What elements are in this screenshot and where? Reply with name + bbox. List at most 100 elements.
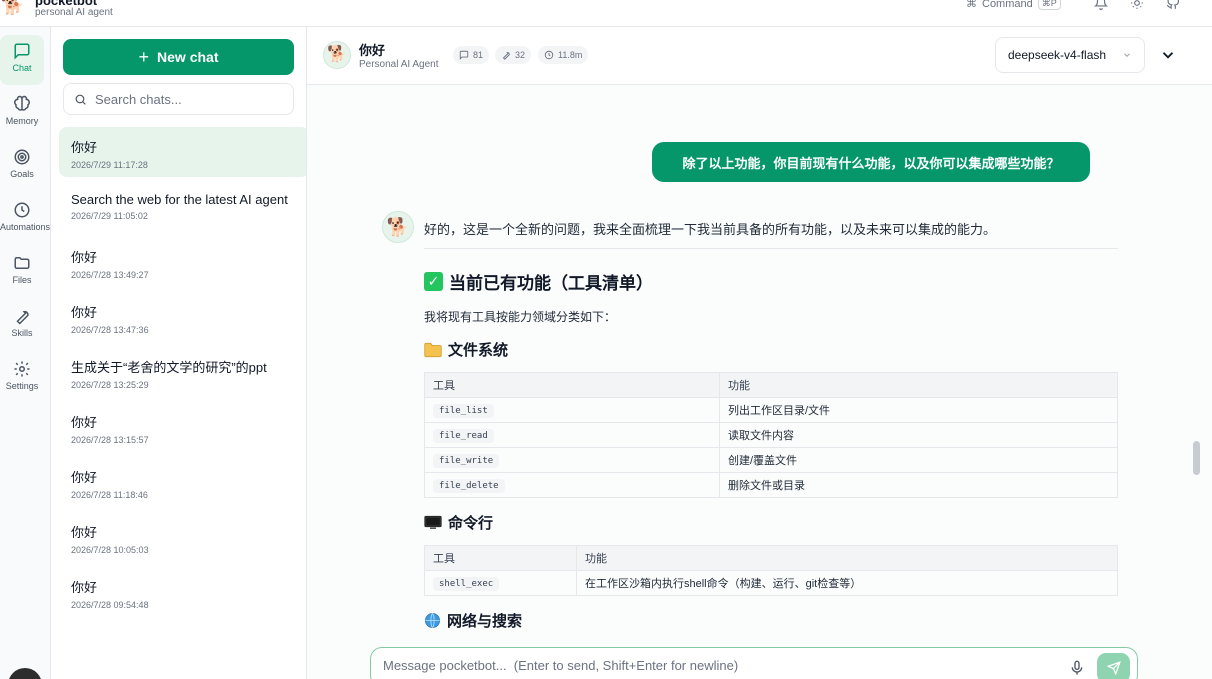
clock-icon: [544, 50, 554, 60]
message-list: 除了以上功能，你目前现有什么功能，以及你可以集成哪些功能？ 🐕 好的，这是一个全…: [307, 85, 1212, 634]
chat-icon: [14, 43, 30, 60]
command-label: Command: [982, 0, 1033, 10]
sun-icon[interactable]: [1130, 0, 1144, 13]
chat-list-item[interactable]: Search the web for the latest AI agent 2…: [59, 182, 306, 232]
rail-label: Chat: [12, 63, 32, 73]
search-input[interactable]: [95, 91, 285, 107]
chat-list-item[interactable]: 你好 2026/7/29 11:17:28: [59, 127, 306, 177]
table-row: file_read 读取文件内容: [424, 422, 1118, 448]
chat-list-item[interactable]: 你好 2026/7/28 13:49:27: [59, 237, 306, 287]
rail-item-chat[interactable]: Chat: [0, 35, 44, 85]
chat-date: 2026/7/29 11:17:28: [71, 160, 148, 170]
chat-sidebar: + New chat 你好 2026/7/29 11:17:28 Search …: [51, 27, 307, 679]
conversation-title: 你好: [359, 43, 386, 58]
model-select[interactable]: deepseek-v4-flash: [995, 37, 1145, 73]
rail-item-skills[interactable]: Skills: [0, 300, 44, 350]
search-icon: [75, 94, 86, 105]
subsection-heading-text: 文件系统: [448, 342, 509, 359]
section-heading: ✓ 当前已有功能（工具清单）: [424, 269, 1118, 294]
plus-icon: +: [138, 46, 150, 67]
target-icon: [14, 149, 30, 165]
chat-title: 你好: [71, 470, 98, 485]
command-palette-button[interactable]: ⌘ Command ⌘P: [966, 0, 1061, 10]
tool-name: shell_exec: [433, 577, 500, 591]
tool-name: file_read: [433, 429, 494, 443]
table-cell: 在工作区沙箱内执行shell命令（构建、运行、git检查等）: [576, 570, 1118, 596]
rail-label: Files: [12, 275, 32, 285]
send-icon: [1106, 661, 1121, 675]
bell-icon[interactable]: [1093, 0, 1109, 13]
agent-avatar: 🐕: [323, 41, 351, 69]
table-cell: 删除文件或目录: [719, 472, 1118, 498]
tool-name: file_write: [433, 454, 500, 468]
chat-date: 2026/7/28 13:15:57: [71, 435, 149, 445]
microphone-icon[interactable]: [1069, 660, 1085, 676]
chat-date: 2026/7/28 13:25:29: [71, 380, 149, 390]
table-cell: file_write: [424, 447, 720, 473]
table-header-cell: 工具: [424, 545, 577, 571]
pocketbot-logo-icon: 🐕: [0, 0, 25, 16]
subsection-heading: 命令行: [424, 512, 1118, 533]
chat-list-item[interactable]: 你好 2026/7/28 13:15:57: [59, 402, 306, 452]
subsection-heading: 文件系统: [424, 339, 1118, 360]
user-avatar[interactable]: [8, 668, 42, 679]
bot-message: 好的，这是一个全新的问题，我来全面梳理一下我当前具备的所有功能，以及未来可以集成…: [424, 219, 1118, 631]
rail-label: Skills: [11, 328, 33, 338]
message-icon: [459, 50, 469, 60]
rail-label: Memory: [5, 116, 39, 126]
check-mark-icon: ✓: [424, 272, 443, 291]
chat-date: 2026/7/28 09:54:48: [71, 600, 149, 610]
chat-list-item[interactable]: 生成关于“老舍的文学的研究”的ppt 2026/7/28 13:25:29: [59, 347, 306, 397]
table-row: file_list 列出工作区目录/文件: [424, 397, 1118, 423]
table-header-cell: 功能: [719, 372, 1118, 398]
table-row: file_write 创建/覆盖文件: [424, 447, 1118, 473]
new-chat-button[interactable]: + New chat: [63, 39, 294, 75]
message-input[interactable]: [383, 658, 1043, 673]
tool-name: file_list: [433, 404, 494, 418]
github-icon[interactable]: [1166, 0, 1180, 13]
table-row: file_delete 删除文件或目录: [424, 472, 1118, 498]
send-button[interactable]: [1097, 653, 1130, 679]
table-header-row: 工具 功能: [424, 545, 1118, 571]
rail-item-memory[interactable]: Memory: [0, 88, 44, 138]
scrollbar-thumb[interactable]: [1193, 441, 1200, 475]
conversation-header: 🐕 你好 Personal AI Agent 81 32 11.8m deeps…: [307, 27, 1212, 85]
globe-icon: [425, 613, 440, 628]
clock-icon: [14, 202, 30, 218]
model-name: deepseek-v4-flash: [1008, 48, 1107, 62]
chat-date: 2026/7/28 13:49:27: [71, 270, 149, 280]
chevron-down-icon[interactable]: [1159, 46, 1177, 64]
chat-title: 你好: [71, 580, 98, 595]
chat-title: Search the web for the latest AI agent: [71, 192, 288, 207]
message-count: 81: [473, 50, 484, 60]
chevron-down-icon: [1124, 53, 1130, 57]
chat-list-item[interactable]: 你好 2026/7/28 09:54:48: [59, 567, 306, 617]
chat-list-item[interactable]: 你好 2026/7/28 11:18:46: [59, 457, 306, 507]
command-icon: ⌘: [966, 0, 977, 10]
tool-count: 32: [515, 50, 526, 60]
subsection-heading: 网络与搜索: [424, 610, 1118, 631]
table-cell: 创建/覆盖文件: [719, 447, 1118, 473]
chat-title: 你好: [71, 525, 98, 540]
tool-count-badge: 32: [495, 46, 532, 64]
rail-label: Settings: [5, 381, 39, 391]
bot-intro-text: 好的，这是一个全新的问题，我来全面梳理一下我当前具备的所有功能，以及未来可以集成…: [424, 219, 1118, 249]
monitor-icon: [424, 515, 442, 529]
chat-title: 你好: [71, 305, 98, 320]
brain-icon: [14, 95, 30, 111]
section-heading-text: 当前已有功能（工具清单）: [449, 274, 653, 293]
duration-badge: 11.8m: [538, 46, 589, 64]
table-header-cell: 工具: [424, 372, 720, 398]
app-subtitle: personal AI agent: [35, 7, 113, 18]
wrench-icon: [16, 310, 29, 325]
chat-list-item[interactable]: 你好 2026/7/28 10:05:03: [59, 512, 306, 562]
rail-item-automations[interactable]: Automations: [0, 194, 50, 244]
message-composer: [370, 647, 1138, 679]
chat-list-item[interactable]: 你好 2026/7/28 13:47:36: [59, 292, 306, 342]
top-bar: 🐕 pocketbot personal AI agent ⌘ Command …: [0, 0, 1212, 27]
rail-item-files[interactable]: Files: [0, 247, 44, 297]
chat-date: 2026/7/29 11:05:02: [71, 211, 148, 221]
rail-item-settings[interactable]: Settings: [0, 353, 44, 403]
bot-avatar: 🐕: [382, 211, 414, 243]
rail-item-goals[interactable]: Goals: [0, 141, 44, 191]
